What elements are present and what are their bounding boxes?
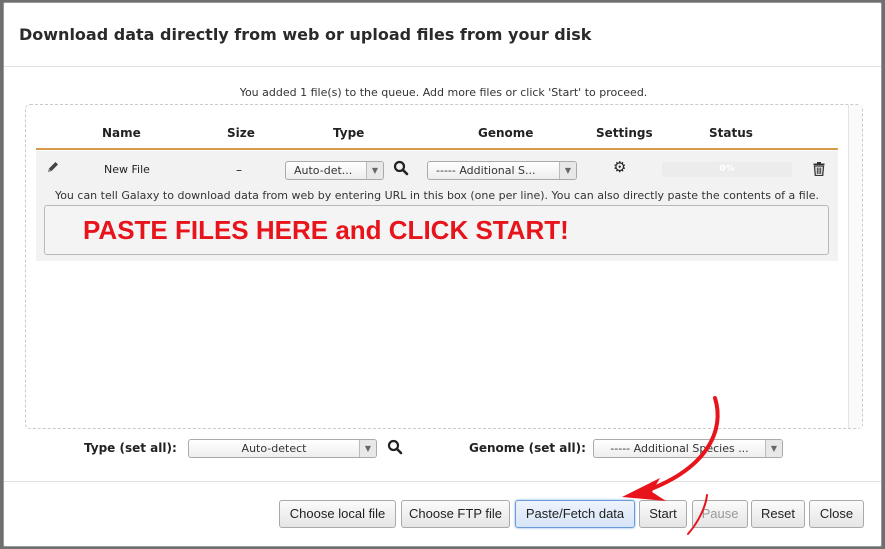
start-button[interactable]: Start (639, 500, 687, 528)
reset-button[interactable]: Reset (751, 500, 805, 528)
type-select[interactable]: Auto-det... ▼ (285, 161, 384, 180)
close-button[interactable]: Close (809, 500, 864, 528)
chevron-down-icon: ▼ (359, 440, 376, 457)
chevron-down-icon: ▼ (366, 162, 383, 179)
genome-set-all-select[interactable]: ----- Additional Species ... ▼ (593, 439, 783, 458)
trash-icon[interactable] (813, 161, 825, 180)
chevron-down-icon: ▼ (765, 440, 782, 457)
dialog-header: Download data directly from web or uploa… (4, 3, 881, 67)
file-size: – (236, 163, 242, 177)
search-icon[interactable] (387, 439, 403, 459)
type-select-value: Auto-det... (294, 164, 353, 177)
type-set-all-value: Auto-detect (241, 442, 307, 455)
file-name: New File (104, 163, 150, 176)
paste-fetch-data-button[interactable]: Paste/Fetch data (515, 500, 635, 528)
queue-message: You added 1 file(s) to the queue. Add mo… (239, 86, 648, 99)
gear-icon[interactable]: ⚙ (613, 160, 626, 175)
type-set-all-select[interactable]: Auto-detect ▼ (188, 439, 377, 458)
pause-button[interactable]: Pause (692, 500, 748, 528)
header-size: Size (227, 126, 255, 140)
status-progress: 0% (662, 162, 792, 177)
genome-select[interactable]: ----- Additional S... ▼ (427, 161, 577, 180)
genome-set-all-value: ----- Additional Species ... (610, 442, 749, 455)
choose-ftp-file-button[interactable]: Choose FTP file (401, 500, 510, 528)
paste-hint: You can tell Galaxy to download data fro… (54, 189, 820, 202)
search-icon[interactable] (393, 160, 409, 180)
header-settings: Settings (596, 126, 653, 140)
queue-scrollbar[interactable] (848, 105, 862, 428)
header-type: Type (333, 126, 365, 140)
header-name: Name (102, 126, 141, 140)
upload-queue-box: Name Size Type Genome Settings Status Ne… (25, 104, 863, 429)
genome-select-value: ----- Additional S... (436, 164, 536, 177)
chevron-down-icon: ▼ (559, 162, 576, 179)
table-row: New File – Auto-det... ▼ ----- Additiona… (36, 151, 838, 261)
header-status: Status (709, 126, 753, 140)
genome-set-all-label: Genome (set all): (469, 441, 586, 455)
pencil-icon[interactable] (46, 159, 60, 178)
choose-local-file-button[interactable]: Choose local file (279, 500, 396, 528)
header-rule (36, 148, 838, 150)
paste-textarea[interactable]: PASTE FILES HERE and CLICK START! (44, 205, 829, 255)
type-set-all-label: Type (set all): (84, 441, 177, 455)
dialog-title: Download data directly from web or uploa… (19, 25, 592, 44)
header-genome: Genome (478, 126, 534, 140)
upload-dialog: Download data directly from web or uploa… (3, 2, 882, 547)
dialog-footer-divider (4, 481, 881, 482)
